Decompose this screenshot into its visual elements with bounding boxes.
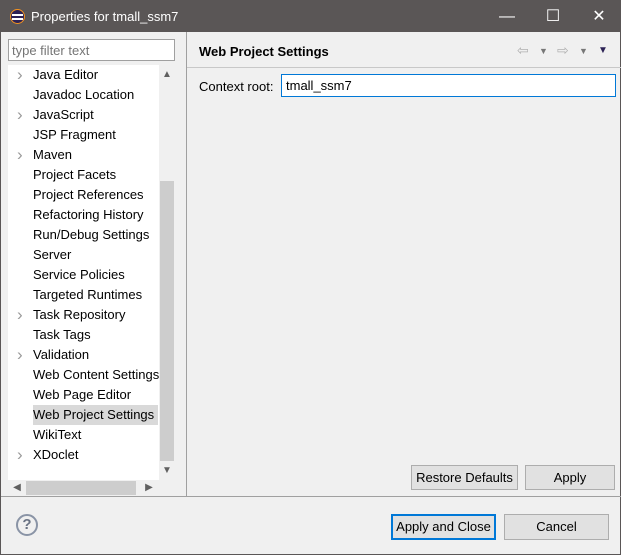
chevron-right-icon[interactable]: › <box>17 345 23 365</box>
tree-item-label: Validation <box>33 347 90 362</box>
tree-item[interactable]: › Maven <box>8 145 159 165</box>
tree-item[interactable]: Web Project Settings <box>8 405 159 425</box>
divider <box>186 32 187 496</box>
scroll-left-icon[interactable]: ◀ <box>9 482 25 493</box>
tree-item-label: Refactoring History <box>33 207 144 222</box>
tree-item-label: Project Facets <box>33 167 117 182</box>
tree-item[interactable]: › JavaScript <box>8 105 159 125</box>
minimize-button[interactable]: — <box>484 1 530 32</box>
chevron-right-icon[interactable]: › <box>17 445 23 465</box>
chevron-right-icon[interactable]: › <box>17 105 23 125</box>
chevron-right-icon[interactable]: › <box>17 65 23 85</box>
window-title: Properties for tmall_ssm7 <box>31 9 179 24</box>
tree-item[interactable]: Web Content Settings <box>8 365 159 385</box>
tree-item-label: Task Tags <box>33 327 91 342</box>
tree-item[interactable]: › XDoclet <box>8 445 159 465</box>
apply-and-close-button[interactable]: Apply and Close <box>391 514 496 540</box>
tree-item[interactable]: Run/Debug Settings <box>8 225 159 245</box>
tree-vertical-scrollbar[interactable]: ▲ ▼ <box>159 65 175 480</box>
tree-item-label: WikiText <box>33 427 82 442</box>
tree-item-label: JavaScript <box>33 107 94 122</box>
back-menu-icon[interactable]: ▼ <box>539 46 548 56</box>
tree-item[interactable]: Server <box>8 245 159 265</box>
maximize-button[interactable]: ☐ <box>530 1 576 32</box>
tree-horizontal-scrollbar[interactable]: ◀ ▶ <box>8 480 175 496</box>
tree-item[interactable]: Refactoring History <box>8 205 159 225</box>
scroll-thumb[interactable] <box>160 181 174 461</box>
tree-item[interactable]: Service Policies <box>8 265 159 285</box>
tree-item-label: JSP Fragment <box>33 127 116 142</box>
tree-item-label: Run/Debug Settings <box>33 227 150 242</box>
close-button[interactable]: ✕ <box>576 1 621 32</box>
tree-item[interactable]: Task Tags <box>8 325 159 345</box>
tree-item[interactable]: WikiText <box>8 425 159 445</box>
tree-item-label: Web Page Editor <box>33 387 132 402</box>
scroll-right-icon[interactable]: ▶ <box>141 482 157 493</box>
tree-item[interactable]: Targeted Runtimes <box>8 285 159 305</box>
tree-item-label: Server <box>33 247 72 262</box>
scroll-thumb[interactable] <box>26 481 136 495</box>
tree-item[interactable]: Javadoc Location <box>8 85 159 105</box>
tree-item-label: Web Project Settings <box>33 405 158 425</box>
title-bar: Properties for tmall_ssm7 — ☐ ✕ <box>1 1 621 32</box>
scroll-up-icon[interactable]: ▲ <box>159 69 175 80</box>
forward-arrow-icon[interactable]: ⇨ <box>557 42 569 59</box>
tree-item-label: Service Policies <box>33 267 125 282</box>
context-root-input[interactable] <box>281 74 616 97</box>
eclipse-logo-icon <box>10 9 25 24</box>
tree-item-label: Maven <box>33 147 73 162</box>
view-menu-icon[interactable]: ▼ <box>598 45 608 56</box>
back-arrow-icon[interactable]: ⇦ <box>517 42 529 59</box>
scroll-down-icon[interactable]: ▼ <box>159 465 175 476</box>
filter-input[interactable] <box>8 39 175 61</box>
tree-item[interactable]: › Java Editor <box>8 65 159 85</box>
tree-item[interactable]: › Task Repository <box>8 305 159 325</box>
tree-item[interactable]: › Validation <box>8 345 159 365</box>
tree-item-label: Project References <box>33 187 144 202</box>
tree-item[interactable]: JSP Fragment <box>8 125 159 145</box>
tree-item-label: Targeted Runtimes <box>33 287 143 302</box>
tree-item[interactable]: Project References <box>8 185 159 205</box>
chevron-right-icon[interactable]: › <box>17 305 23 325</box>
context-root-label: Context root: <box>199 79 274 94</box>
tree-item-label: Java Editor <box>33 67 99 82</box>
forward-menu-icon[interactable]: ▼ <box>579 46 588 56</box>
tree-item-label: Task Repository <box>33 307 126 322</box>
tree-item[interactable]: Project Facets <box>8 165 159 185</box>
cancel-button[interactable]: Cancel <box>504 514 609 540</box>
tree-item-label: XDoclet <box>33 447 79 462</box>
divider <box>1 496 621 497</box>
apply-button[interactable]: Apply <box>525 465 615 490</box>
tree-item[interactable]: Web Page Editor <box>8 385 159 405</box>
tree-item-label: Web Content Settings <box>33 367 159 382</box>
restore-defaults-button[interactable]: Restore Defaults <box>411 465 518 490</box>
divider <box>187 67 621 68</box>
page-title: Web Project Settings <box>199 44 329 59</box>
tree-item-label: Javadoc Location <box>33 87 135 102</box>
help-icon[interactable]: ? <box>16 514 38 536</box>
property-tree: › Java Editor Javadoc Location › JavaScript J… <box>8 65 159 480</box>
chevron-right-icon[interactable]: › <box>17 145 23 165</box>
